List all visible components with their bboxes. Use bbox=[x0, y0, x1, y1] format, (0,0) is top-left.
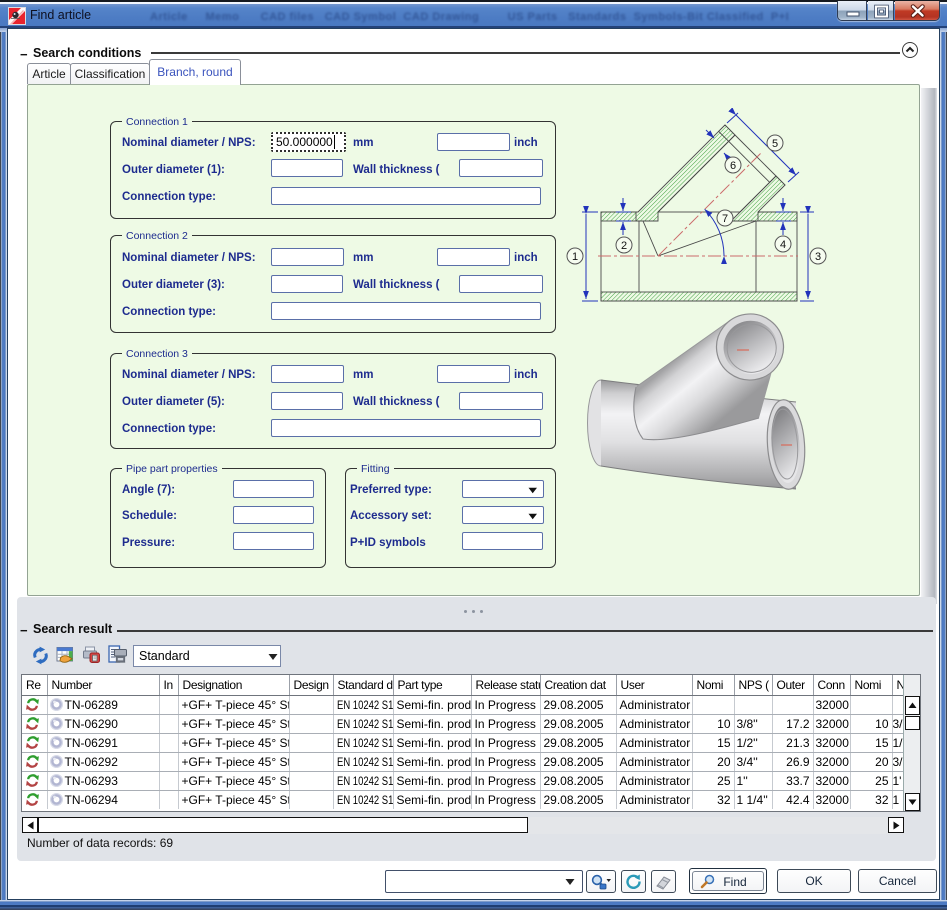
svg-text:2: 2 bbox=[621, 240, 627, 252]
svg-text:1: 1 bbox=[572, 251, 578, 263]
svg-text:3: 3 bbox=[815, 251, 821, 263]
svg-text:7: 7 bbox=[722, 213, 728, 225]
svg-text:6: 6 bbox=[730, 160, 736, 172]
svg-text:5: 5 bbox=[772, 138, 778, 150]
svg-text:4: 4 bbox=[780, 239, 786, 251]
